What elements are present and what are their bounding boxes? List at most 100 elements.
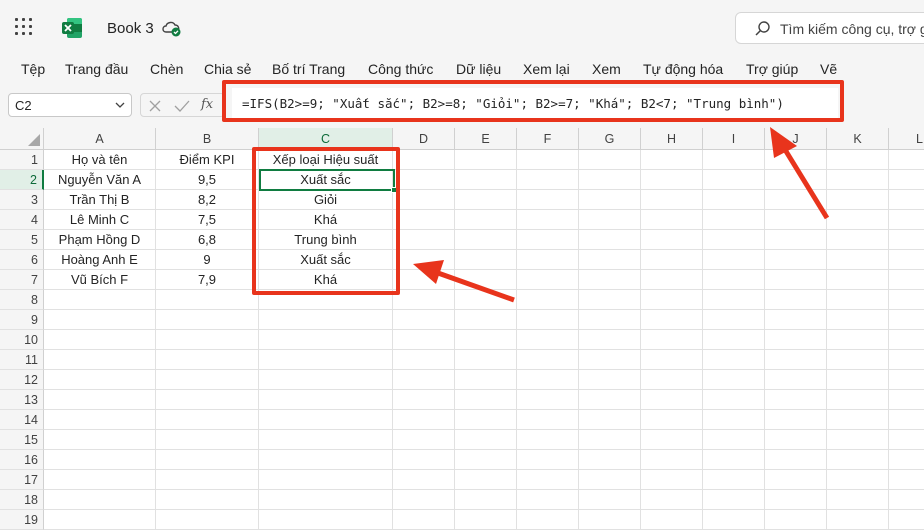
cell-h9[interactable] [641, 310, 703, 330]
cell-g6[interactable] [579, 250, 641, 270]
cell-h4[interactable] [641, 210, 703, 230]
cell-j7[interactable] [765, 270, 827, 290]
cell-h2[interactable] [641, 170, 703, 190]
column-header-f[interactable]: F [517, 128, 579, 150]
cell-b1[interactable]: Điểm KPI [156, 150, 259, 170]
cell-j4[interactable] [765, 210, 827, 230]
cell-l10[interactable] [889, 330, 924, 350]
cell-d5[interactable] [393, 230, 455, 250]
cell-c1[interactable]: Xếp loại Hiệu suất [259, 150, 393, 170]
column-header-c[interactable]: C [259, 128, 393, 150]
row-header-4[interactable]: 4 [0, 210, 44, 230]
cell-h17[interactable] [641, 470, 703, 490]
cell-i4[interactable] [703, 210, 765, 230]
cell-g13[interactable] [579, 390, 641, 410]
cell-j8[interactable] [765, 290, 827, 310]
cell-e1[interactable] [455, 150, 517, 170]
cell-k6[interactable] [827, 250, 889, 270]
row-header-10[interactable]: 10 [0, 330, 44, 350]
cell-l19[interactable] [889, 510, 924, 530]
cell-b10[interactable] [156, 330, 259, 350]
cell-a17[interactable] [44, 470, 156, 490]
cell-k9[interactable] [827, 310, 889, 330]
cell-d1[interactable] [393, 150, 455, 170]
cell-a15[interactable] [44, 430, 156, 450]
cell-h18[interactable] [641, 490, 703, 510]
cell-i12[interactable] [703, 370, 765, 390]
cell-i2[interactable] [703, 170, 765, 190]
cell-f15[interactable] [517, 430, 579, 450]
row-header-12[interactable]: 12 [0, 370, 44, 390]
cell-g2[interactable] [579, 170, 641, 190]
column-header-i[interactable]: I [703, 128, 765, 150]
cell-k2[interactable] [827, 170, 889, 190]
cell-h8[interactable] [641, 290, 703, 310]
cell-e16[interactable] [455, 450, 517, 470]
cell-b2[interactable]: 9,5 [156, 170, 259, 190]
cell-j9[interactable] [765, 310, 827, 330]
cell-d14[interactable] [393, 410, 455, 430]
row-header-18[interactable]: 18 [0, 490, 44, 510]
cell-e10[interactable] [455, 330, 517, 350]
cell-j3[interactable] [765, 190, 827, 210]
cell-d9[interactable] [393, 310, 455, 330]
cell-c11[interactable] [259, 350, 393, 370]
cell-f7[interactable] [517, 270, 579, 290]
cell-c6[interactable]: Xuất sắc [259, 250, 393, 270]
cell-h12[interactable] [641, 370, 703, 390]
cell-i3[interactable] [703, 190, 765, 210]
cell-d7[interactable] [393, 270, 455, 290]
tab-help[interactable]: Trợ giúp [746, 61, 798, 77]
cell-b15[interactable] [156, 430, 259, 450]
cell-a11[interactable] [44, 350, 156, 370]
cell-l2[interactable] [889, 170, 924, 190]
cell-g10[interactable] [579, 330, 641, 350]
cell-g8[interactable] [579, 290, 641, 310]
cell-f1[interactable] [517, 150, 579, 170]
cell-a5[interactable]: Phạm Hồng D [44, 230, 156, 250]
insert-function-icon[interactable]: fx [201, 97, 213, 112]
cell-i15[interactable] [703, 430, 765, 450]
cell-e3[interactable] [455, 190, 517, 210]
cell-j6[interactable] [765, 250, 827, 270]
cell-i16[interactable] [703, 450, 765, 470]
cell-a16[interactable] [44, 450, 156, 470]
cell-f9[interactable] [517, 310, 579, 330]
row-header-11[interactable]: 11 [0, 350, 44, 370]
row-header-19[interactable]: 19 [0, 510, 44, 530]
cell-j17[interactable] [765, 470, 827, 490]
cell-c14[interactable] [259, 410, 393, 430]
cell-g15[interactable] [579, 430, 641, 450]
cell-l15[interactable] [889, 430, 924, 450]
cell-d4[interactable] [393, 210, 455, 230]
cell-f5[interactable] [517, 230, 579, 250]
cell-b4[interactable]: 7,5 [156, 210, 259, 230]
cell-l5[interactable] [889, 230, 924, 250]
cell-e4[interactable] [455, 210, 517, 230]
cell-b17[interactable] [156, 470, 259, 490]
cell-c9[interactable] [259, 310, 393, 330]
cell-h7[interactable] [641, 270, 703, 290]
column-header-b[interactable]: B [156, 128, 259, 150]
cell-h14[interactable] [641, 410, 703, 430]
cell-g7[interactable] [579, 270, 641, 290]
cell-f3[interactable] [517, 190, 579, 210]
cell-h3[interactable] [641, 190, 703, 210]
row-header-17[interactable]: 17 [0, 470, 44, 490]
cell-c12[interactable] [259, 370, 393, 390]
cell-i13[interactable] [703, 390, 765, 410]
cell-j5[interactable] [765, 230, 827, 250]
tab-data[interactable]: Dữ liệu [456, 61, 501, 77]
tab-view[interactable]: Xem [592, 61, 621, 77]
cell-i14[interactable] [703, 410, 765, 430]
cell-k7[interactable] [827, 270, 889, 290]
cell-e18[interactable] [455, 490, 517, 510]
cell-b18[interactable] [156, 490, 259, 510]
cell-f14[interactable] [517, 410, 579, 430]
tab-automate[interactable]: Tự động hóa [643, 61, 723, 77]
cell-i1[interactable] [703, 150, 765, 170]
cell-d6[interactable] [393, 250, 455, 270]
cell-c16[interactable] [259, 450, 393, 470]
cell-b12[interactable] [156, 370, 259, 390]
cell-k12[interactable] [827, 370, 889, 390]
